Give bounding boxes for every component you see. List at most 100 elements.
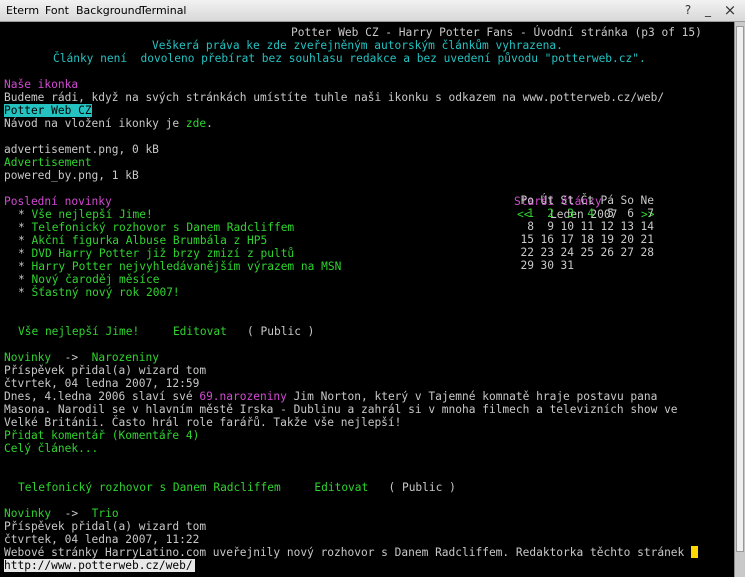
calendar-day: 10: [560, 220, 574, 233]
body-text: Webové stránky HarryLatino.com uveřejnil…: [4, 546, 685, 559]
howto-text: Návod na vložení ikonky je: [4, 117, 186, 130]
calendar-day: 27: [620, 246, 634, 259]
potterweb-icon-link[interactable]: Potter Web CZ: [4, 104, 92, 117]
article-title-link[interactable]: Vše nejlepší Jime!: [18, 325, 139, 338]
subcategory-link[interactable]: Trio: [92, 507, 119, 520]
file-powered-by: powered_by.png, 1 kB: [4, 169, 139, 182]
calendar-day: 29: [520, 259, 534, 272]
article-body-line: Webové stránky HarryLatino.com uveřejnil…: [4, 546, 699, 559]
menu-terminal[interactable]: Terminal: [140, 4, 187, 17]
calendar-day: 12: [600, 220, 614, 233]
calendar-day: 31: [560, 259, 574, 272]
news-link[interactable]: Harry Potter nejvyhledávanějším výrazem …: [31, 260, 341, 273]
article-author: Příspěvek přidal(a) wizard tom: [4, 364, 207, 377]
age-number: 69.: [199, 390, 220, 403]
calendar-day-link[interactable]: 3: [554, 207, 574, 220]
weekday-label: Po: [520, 194, 534, 207]
calendar-week: 15 16 17 18 19 20 21: [514, 233, 664, 246]
article-category: Novinky -> Narozeniny: [4, 351, 159, 364]
calendar-week: 1234567: [514, 207, 664, 220]
calendar-day: 19: [600, 233, 614, 246]
scrollbar[interactable]: [734, 22, 745, 577]
calendar-day: 17: [560, 233, 574, 246]
minimize-icon[interactable]: _: [700, 2, 716, 18]
file-advertisement: advertisement.png, 0 kB: [4, 143, 159, 156]
howto-link[interactable]: zde: [186, 117, 206, 130]
eterm-window: Eterm Font Background Terminal ? _ × Pot…: [0, 0, 745, 577]
rights-notice: Veškerá práva ke zde zveřejněným autorsk…: [152, 39, 563, 52]
close-icon[interactable]: ×: [722, 2, 738, 18]
body-text: Jim Norton, který v Tajemné komnatě hraj…: [286, 390, 658, 403]
category-arrow: ->: [64, 351, 79, 364]
article-body-line: Velké Británii. Často hrál role farářů. …: [4, 416, 402, 429]
news-item: * Harry Potter nejvyhledávanějším výraze…: [18, 260, 342, 273]
edit-link[interactable]: Editovat: [314, 481, 368, 494]
news-item: * Nový čaroděj měsíce: [18, 273, 160, 286]
edit-link[interactable]: Editovat: [173, 325, 227, 338]
calendar-day: 26: [600, 246, 614, 259]
calendar-day: 24: [560, 246, 574, 259]
news-link[interactable]: DVD Harry Potter již brzy zmizí z pultů: [31, 247, 294, 260]
news-link[interactable]: Akční figurka Albuse Brumbála z HP5: [31, 234, 267, 247]
calendar-day: 6: [627, 207, 634, 220]
help-icon[interactable]: ?: [680, 2, 696, 18]
advertisement-link[interactable]: Advertisement: [4, 156, 92, 169]
menu-background[interactable]: Background: [76, 4, 142, 17]
page-title: Potter Web CZ - Harry Potter Fans - Úvod…: [291, 26, 702, 39]
calendar-day: 28: [640, 246, 654, 259]
calendar-day: 23: [540, 246, 554, 259]
menu-bar: Eterm Font Background Terminal ? _ ×: [0, 0, 745, 22]
weekday-label: So: [620, 194, 634, 207]
category-link[interactable]: Novinky: [4, 351, 51, 364]
news-link[interactable]: Nový čaroděj měsíce: [31, 273, 159, 286]
news-item: * Vše nejlepší Jime!: [18, 208, 153, 221]
icon-text: Budeme rádi, když na svých stránkách umí…: [4, 91, 665, 104]
calendar-day-link[interactable]: 4: [574, 207, 594, 220]
calendar-day: 18: [580, 233, 594, 246]
news-link[interactable]: Vše nejlepší Jime!: [31, 208, 152, 221]
category-arrow: ->: [64, 507, 79, 520]
news-link[interactable]: Šťastný nový rok 2007!: [31, 286, 179, 299]
weekday-label: Čt: [580, 194, 594, 207]
visibility-label: ( Public ): [247, 325, 315, 338]
calendar-day-link[interactable]: 2: [534, 207, 554, 220]
news-item: * DVD Harry Potter již brzy zmizí z pult…: [18, 247, 295, 260]
icon-heading: Naše ikonka: [4, 78, 79, 91]
news-item: * Telefonický rozhovor s Danem Radcliffe…: [18, 221, 295, 234]
calendar-day-link[interactable]: 1: [514, 207, 534, 220]
calendar-day: 8: [527, 220, 534, 233]
calendar-day: 15: [520, 233, 534, 246]
calendar-week: 22 23 24 25 26 27 28: [514, 246, 664, 259]
article-date: čtvrtek, 04 ledna 2007, 12:59: [4, 377, 200, 390]
news-heading: Poslední novinky: [4, 195, 112, 208]
cursor: [691, 546, 699, 558]
news-item: * Akční figurka Albuse Brumbála z HP5: [18, 234, 268, 247]
scrollbar-thumb[interactable]: [736, 26, 744, 552]
calendar-week: 8 9 10 11 12 13 14: [514, 220, 664, 233]
menu-font[interactable]: Font: [45, 4, 69, 17]
visibility-label: ( Public ): [388, 481, 456, 494]
calendar-day: 22: [520, 246, 534, 259]
add-comment-link[interactable]: Přidat komentář (Komentáře 4): [4, 429, 199, 442]
article-title-link[interactable]: Telefonický rozhovor s Danem Radcliffem: [18, 481, 281, 494]
calendar-day: 20: [620, 233, 634, 246]
menu-eterm[interactable]: Eterm: [6, 4, 39, 17]
howto-line: Návod na vložení ikonky je zde.: [4, 117, 213, 130]
subcategory-link[interactable]: Narozeniny: [92, 351, 159, 364]
body-text: Dnes, 4.ledna 2006 slaví své: [4, 390, 200, 403]
calendar-day: 25: [580, 246, 594, 259]
birthday-link[interactable]: narozeniny: [220, 390, 287, 403]
weekday-label: St: [560, 194, 574, 207]
article-author: Příspěvek přidal(a) wizard tom: [4, 520, 207, 533]
article-category: Novinky -> Trio: [4, 507, 119, 520]
category-link[interactable]: Novinky: [4, 507, 51, 520]
article-body-line: Dnes, 4.ledna 2006 slaví své 69.narozeni…: [4, 390, 657, 403]
full-article-link[interactable]: Celý článek...: [4, 442, 98, 455]
status-url: http://www.potterweb.cz/web/: [4, 559, 195, 572]
calendar-day: 14: [640, 220, 654, 233]
weekday-label: Ne: [640, 194, 654, 207]
news-item: * Šťastný nový rok 2007!: [18, 286, 180, 299]
calendar-day: 21: [640, 233, 654, 246]
calendar-day: 13: [620, 220, 634, 233]
news-link[interactable]: Telefonický rozhovor s Danem Radcliffem: [31, 221, 294, 234]
